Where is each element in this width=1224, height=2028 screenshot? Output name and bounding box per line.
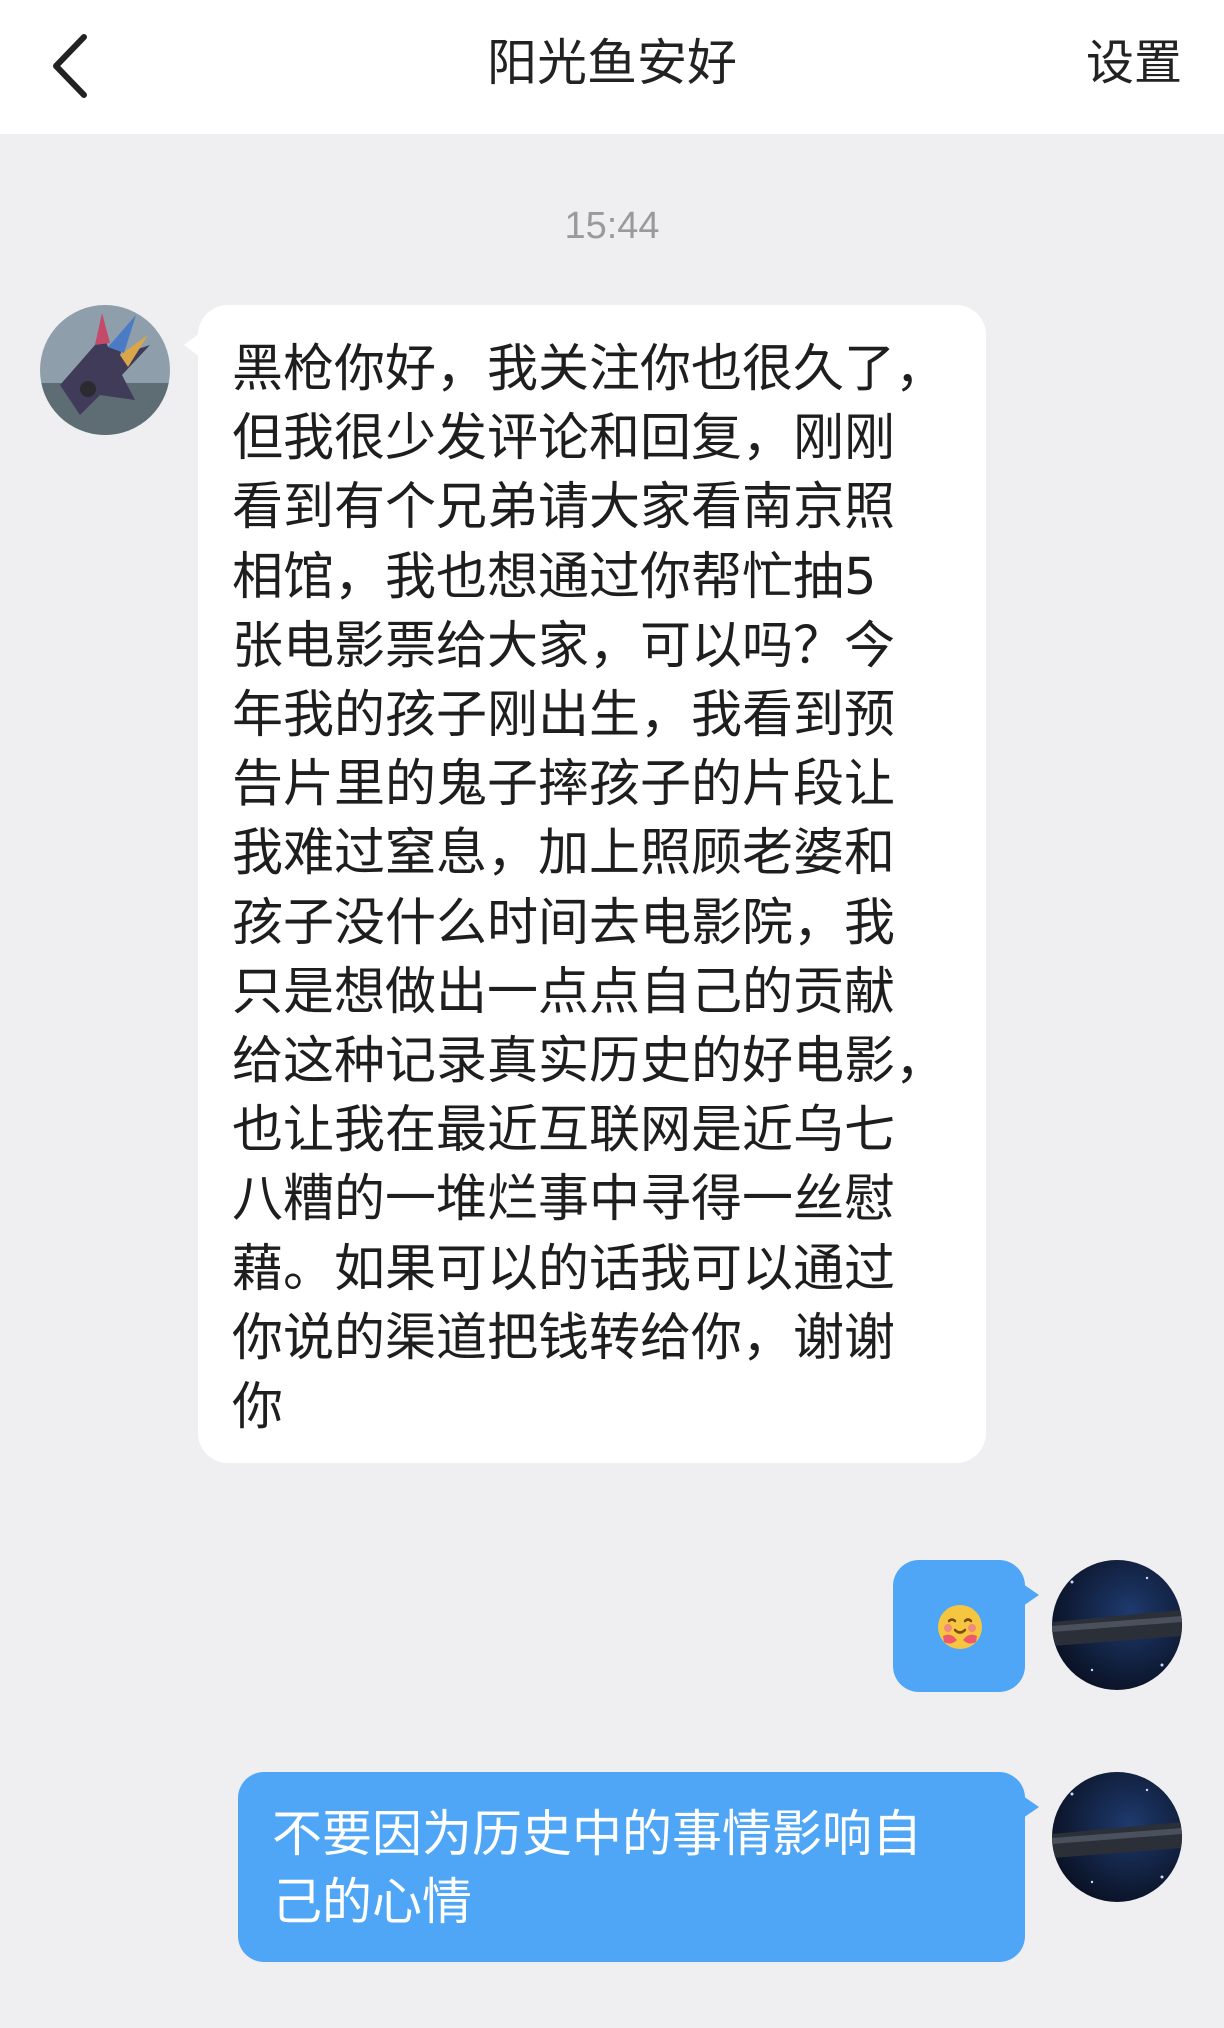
message-line: 我难过窒息，加上照顾老婆和 bbox=[232, 824, 896, 884]
message-line: 不要因为历史中的事情影响自 bbox=[272, 1805, 922, 1863]
message-line: 告片里的鬼子摔孩子的片段让 bbox=[232, 755, 896, 815]
incoming-message-bubble[interactable]: 黑枪你好，我关注你也很久了， 但我很少发评论和回复，刚刚 看到有个兄弟请大家看南京照… bbox=[184, 305, 986, 1463]
my-avatar[interactable] bbox=[1052, 1560, 1182, 1690]
message-line: 年我的孩子刚出生，我看到预 bbox=[232, 686, 896, 746]
outgoing-message-text: 不要因为历史中的事情影响自 己的心情 bbox=[272, 1800, 991, 1936]
message-line: 看到有个兄弟请大家看南京照 bbox=[232, 478, 896, 538]
message-line: 孩子没什么时间去电影院，我 bbox=[232, 893, 896, 953]
message-line: 也让我在最近互联网是近乌七 bbox=[232, 1101, 896, 1161]
bird-avatar-icon bbox=[40, 305, 170, 435]
message-line: 藉。如果可以的话我可以通过 bbox=[232, 1239, 896, 1299]
outgoing-emoji-bubble[interactable] bbox=[893, 1560, 1039, 1692]
hugging-face-emoji-icon bbox=[938, 1605, 982, 1649]
message-line: 你 bbox=[232, 1378, 284, 1438]
message-line: 己的心情 bbox=[272, 1873, 472, 1931]
message-line: 你说的渠道把钱转给你，谢谢 bbox=[232, 1308, 896, 1368]
space-avatar-icon bbox=[1052, 1560, 1182, 1690]
outgoing-message-bubble[interactable]: 不要因为历史中的事情影响自 己的心情 bbox=[238, 1772, 1039, 1962]
message-line: 但我很少发评论和回复，刚刚 bbox=[232, 409, 896, 469]
chat-header: 阳光鱼安好 设置 bbox=[0, 0, 1224, 134]
message-line: 黑枪你好，我关注你也很久了， bbox=[232, 340, 947, 399]
message-line: 相馆，我也想通过你帮忙抽5 bbox=[232, 547, 877, 607]
incoming-message-text: 黑枪你好，我关注你也很久了， 但我很少发评论和回复，刚刚 看到有个兄弟请大家看南京照… bbox=[232, 335, 952, 1442]
message-timestamp: 15:44 bbox=[564, 205, 660, 247]
chat-title: 阳光鱼安好 bbox=[487, 34, 737, 92]
sender-avatar[interactable] bbox=[40, 305, 170, 435]
space-avatar-icon bbox=[1052, 1772, 1182, 1902]
message-line: 给这种记录真实历史的好电影， bbox=[232, 1032, 947, 1092]
settings-button[interactable]: 设置 bbox=[1086, 30, 1182, 96]
message-line: 只是想做出一点点自己的贡献 bbox=[232, 962, 896, 1022]
my-avatar[interactable] bbox=[1052, 1772, 1182, 1902]
message-line: 八糟的一堆烂事中寻得一丝慰 bbox=[232, 1170, 896, 1230]
message-line: 张电影票给大家，可以吗？今 bbox=[232, 616, 896, 676]
